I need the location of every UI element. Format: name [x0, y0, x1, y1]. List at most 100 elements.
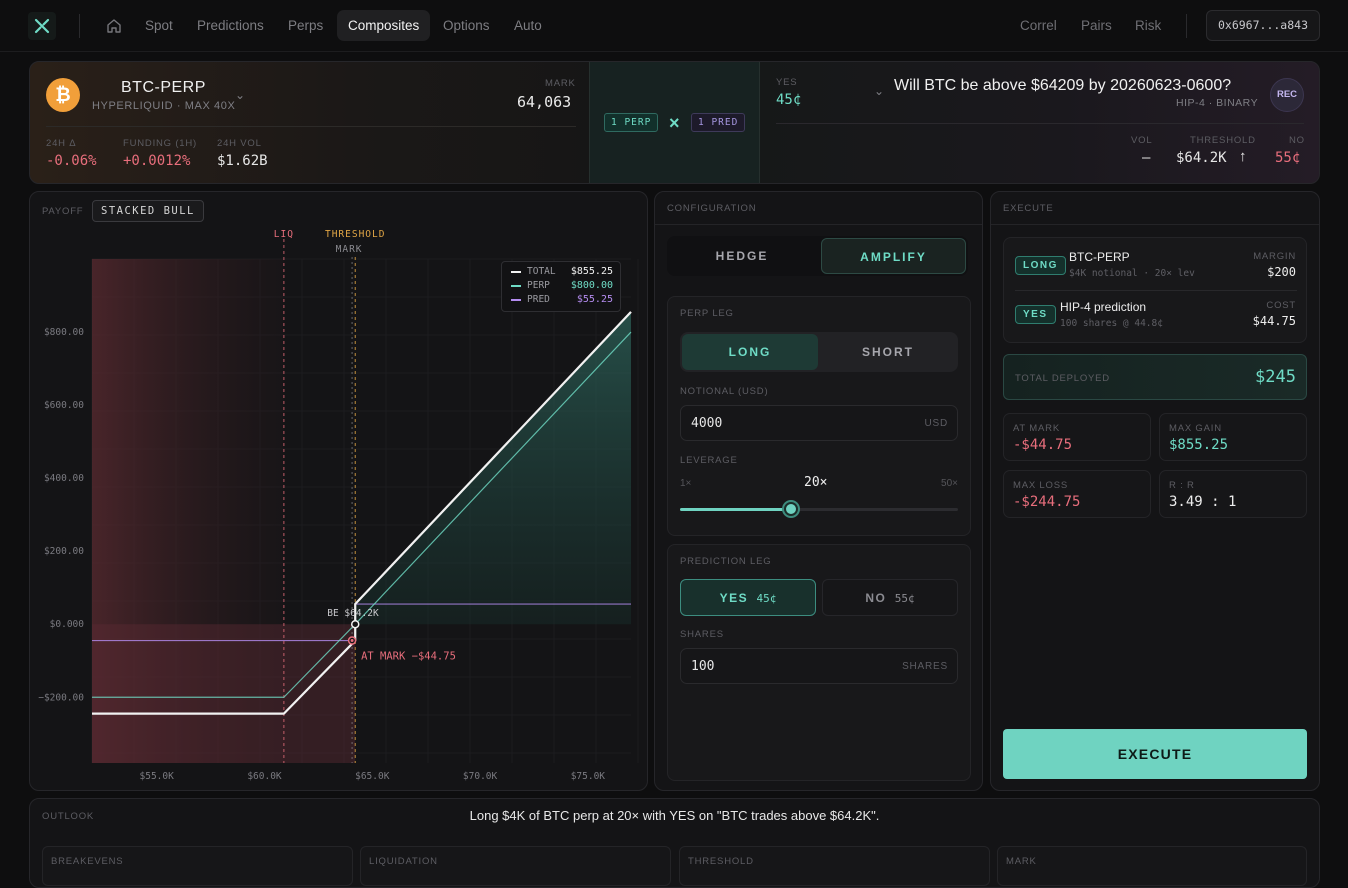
- x-tick-label: $70.0K: [463, 771, 498, 782]
- config-divider: [655, 224, 982, 225]
- legend-perp-value: $800.00: [570, 280, 613, 291]
- home-icon[interactable]: [104, 16, 124, 36]
- breakeven-point: [350, 619, 360, 629]
- nav-correl[interactable]: Correl: [1020, 10, 1057, 41]
- shares-input[interactable]: 100 SHARES: [680, 648, 958, 684]
- legs-summary: LONG BTC-PERP $4K notional · 20× lev MAR…: [1003, 237, 1307, 343]
- leg2-name: HIP-4 prediction: [1060, 300, 1147, 314]
- leverage-slider-thumb[interactable]: [784, 502, 799, 516]
- shares-unit: SHARES: [902, 661, 948, 672]
- leverage-slider-track[interactable]: [680, 502, 958, 516]
- notional-value[interactable]: 4000: [691, 416, 722, 431]
- rec-badge[interactable]: REC: [1270, 78, 1304, 112]
- leverage-max: 50×: [941, 478, 958, 489]
- nav-composites[interactable]: Composites: [337, 10, 431, 41]
- leverage-label: LEVERAGE: [680, 455, 738, 466]
- yes-option-price: 45¢: [756, 592, 777, 605]
- nav-perps[interactable]: Perps: [277, 10, 334, 41]
- yes-price: 45¢: [776, 92, 802, 108]
- pred-vol-label: VOL: [1131, 135, 1153, 146]
- shares-value[interactable]: 100: [691, 659, 714, 674]
- funding-value: +0.0012%: [123, 153, 191, 169]
- nav-options[interactable]: Options: [432, 10, 501, 41]
- notional-unit: USD: [924, 418, 948, 429]
- hedge-tab[interactable]: HEDGE: [667, 236, 817, 276]
- cost-label: COST: [1266, 300, 1296, 311]
- prediction-leg-section: PREDICTION LEG YES 45¢ NO 55¢ SHARES 100…: [667, 544, 971, 781]
- long-tab[interactable]: LONG: [682, 334, 818, 370]
- breakevens-label: BREAKEVENS: [51, 856, 124, 867]
- nav-risk[interactable]: Risk: [1135, 10, 1161, 41]
- nav-auto[interactable]: Auto: [503, 10, 553, 41]
- chart-legend: TOTAL $855.25 PERP $800.00 PRED $55.25: [501, 261, 621, 312]
- max-loss-label: MAX LOSS: [1013, 480, 1068, 491]
- header-divider: [46, 126, 576, 127]
- at-mark-value: -$44.75: [1013, 437, 1073, 453]
- yes-tag: YES: [1015, 305, 1056, 324]
- short-tab[interactable]: SHORT: [820, 334, 956, 370]
- legend-total-label: TOTAL: [527, 266, 556, 277]
- amplify-tab[interactable]: AMPLIFY: [821, 238, 966, 274]
- configuration-title: CONFIGURATION: [667, 203, 757, 214]
- legend-total-swatch: [511, 271, 521, 273]
- margin-value: $200: [1267, 265, 1296, 279]
- risk-reward-value: 3.49 : 1: [1169, 494, 1237, 510]
- wallet-button[interactable]: 0x6967...a843: [1206, 10, 1320, 41]
- breakevens-card: BREAKEVENS: [42, 846, 353, 886]
- no-option-label: NO: [865, 591, 887, 605]
- leg2-detail: 100 shares @ 44.8¢: [1060, 318, 1163, 329]
- execute-divider: [991, 224, 1319, 225]
- liq-marker-label: LIQ: [274, 229, 294, 240]
- notional-label: NOTIONAL (USD): [680, 386, 769, 397]
- mark-card: MARK: [997, 846, 1307, 886]
- combo-perp-chip: 1 PERP: [604, 113, 659, 132]
- at-mark-label: AT MARK −$44.75: [361, 651, 456, 663]
- nav-predictions[interactable]: Predictions: [186, 10, 275, 41]
- legend-perp-label: PERP: [527, 280, 550, 291]
- pred-chevron-down-icon[interactable]: ⌄: [874, 84, 884, 98]
- volume-value: $1.62B: [217, 153, 268, 169]
- no-label: NO: [1289, 135, 1305, 146]
- legend-pred-label: PRED: [527, 294, 550, 305]
- yes-label: YES: [776, 77, 798, 88]
- long-tag: LONG: [1015, 256, 1066, 275]
- app-logo-icon[interactable]: [28, 12, 56, 40]
- prediction-subtitle: HIP-4 · BINARY: [1176, 97, 1259, 109]
- execute-button[interactable]: EXECUTE: [1003, 729, 1307, 779]
- threshold-card-label: THRESHOLD: [688, 856, 754, 867]
- x-tick-label: $60.0K: [247, 771, 282, 782]
- mark-price: 64,063: [517, 93, 572, 111]
- volume-label: 24H VOL: [217, 138, 262, 149]
- y-tick-label: $800.00: [44, 327, 84, 338]
- negative-payoff-band: [92, 624, 356, 763]
- nav-divider-right: [1186, 14, 1187, 38]
- leverage-min: 1×: [680, 478, 692, 489]
- leg1-name: BTC-PERP: [1069, 250, 1130, 264]
- max-gain-stat: MAX GAIN $855.25: [1159, 413, 1307, 461]
- threshold-card: THRESHOLD: [679, 846, 990, 886]
- nav-divider: [79, 14, 80, 38]
- max-gain-value: $855.25: [1169, 437, 1229, 453]
- market-header: ₿ BTC-PERP HYPERLIQUID · MAX 40X ⌄ MARK …: [29, 61, 1320, 184]
- payoff-panel: PAYOFF STACKED BULL LIQ THRESHOLD MARK BE $…: [29, 191, 648, 791]
- bitcoin-icon: ₿: [46, 78, 80, 112]
- y-tick-label: $0.000: [50, 619, 85, 630]
- nav-spot[interactable]: Spot: [134, 10, 184, 41]
- yes-option[interactable]: YES 45¢: [680, 579, 816, 616]
- side-toggle: LONG SHORT: [680, 332, 958, 372]
- no-option[interactable]: NO 55¢: [822, 579, 958, 616]
- chevron-down-icon[interactable]: ⌄: [235, 88, 245, 102]
- top-bar: Spot Predictions Perps Composites Option…: [0, 0, 1348, 52]
- perp-symbol[interactable]: BTC-PERP: [121, 79, 206, 97]
- perp-venue: HYPERLIQUID · MAX 40X: [92, 100, 236, 112]
- mark-card-label: MARK: [1006, 856, 1037, 867]
- combo-pred-chip: 1 PRED: [691, 113, 746, 132]
- leverage-value: 20×: [804, 475, 828, 490]
- max-loss-value: -$244.75: [1013, 494, 1081, 510]
- prediction-question[interactable]: Will BTC be above $64209 by 20260623-060…: [894, 77, 1231, 95]
- yes-option-label: YES: [719, 591, 749, 605]
- nav-pairs[interactable]: Pairs: [1081, 10, 1112, 41]
- x-tick-label: $75.0K: [571, 771, 606, 782]
- notional-input[interactable]: 4000 USD: [680, 405, 958, 441]
- y-tick-label: $200.00: [44, 546, 84, 557]
